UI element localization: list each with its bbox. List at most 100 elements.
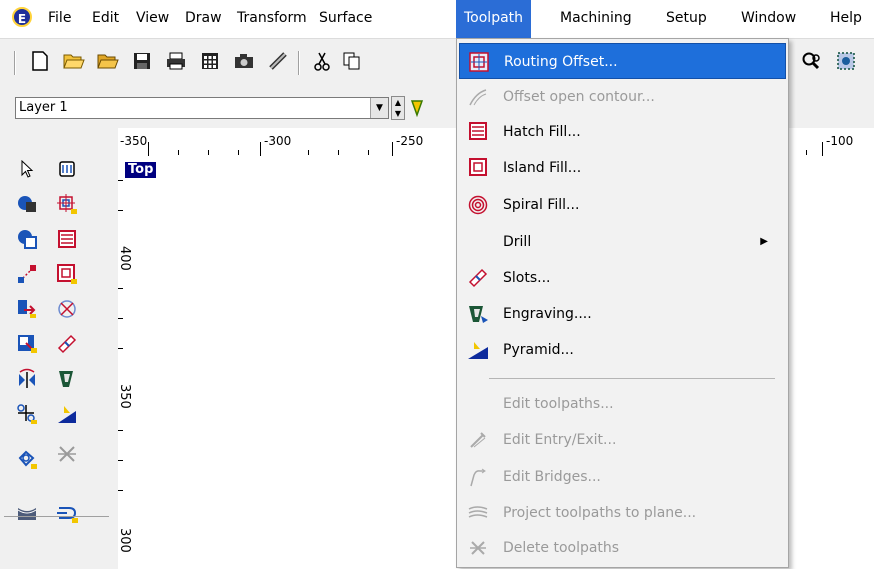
engraving-tool-icon[interactable] [54,366,80,392]
delete-toolpaths-icon [467,538,489,558]
palette-separator [4,516,109,517]
ruler-icon[interactable] [266,49,290,73]
menu-item-edit-toolpaths[interactable]: Edit toolpaths... [459,386,786,422]
edit-entry-exit-icon [467,430,489,450]
ruler-tick [368,150,369,155]
ruler-tick [822,142,823,156]
menu-item-drill[interactable]: Drill ▶ [459,224,786,260]
toolbar-separator [298,51,300,75]
slots-icon [467,268,489,288]
menu-file[interactable]: File [40,0,79,38]
submenu-arrow-icon: ▶ [760,236,768,247]
copy-icon[interactable] [340,49,364,73]
surface-toolpath-icon[interactable] [14,500,40,526]
menu-item-label: Island Fill... [503,160,582,176]
routing-offset-icon [468,52,490,72]
routing-offset-tool-icon[interactable] [54,191,80,217]
menu-draw[interactable]: Draw [177,0,230,38]
ruler-label: 350 [117,384,132,409]
ruler-tick [148,142,149,156]
project-toolpaths-icon [467,503,489,523]
menu-help[interactable]: Help [822,0,870,38]
mirror-rotate-icon[interactable] [14,366,40,392]
scale-object-icon[interactable] [14,331,40,357]
spiral-fill-icon [467,195,489,215]
save-icon[interactable] [130,49,154,73]
ruler-label: 300 [117,528,132,553]
cut-icon[interactable] [310,49,334,73]
menu-item-island-fill[interactable]: Island Fill... [459,150,786,186]
spin-up-icon[interactable]: ▲ [392,97,404,108]
menu-item-label: Delete toolpaths [503,540,620,556]
menu-item-delete-toolpaths[interactable]: Delete toolpaths [459,530,786,566]
print-icon[interactable] [164,49,188,73]
machine-setup-icon[interactable] [54,156,80,182]
edit-bridges-icon [467,467,489,487]
menu-setup[interactable]: Setup [658,0,715,38]
open-file-icon[interactable] [62,49,86,73]
pyramid-tool-icon[interactable] [54,401,80,427]
menu-item-pyramid[interactable]: Pyramid... [459,332,786,368]
menu-item-label: Routing Offset... [504,54,618,70]
menu-toolpath[interactable]: Toolpath [456,0,532,38]
ruler-tick [178,150,179,155]
delete-toolpath-tool-icon[interactable] [54,441,80,467]
menu-item-routing-offset[interactable]: Routing Offset... [459,43,786,79]
ruler-tick [118,490,123,491]
spin-down-icon[interactable]: ▼ [392,108,404,119]
menu-window[interactable]: Window [733,0,804,38]
pyramid-icon [467,340,489,360]
menu-item-spiral-fill[interactable]: Spiral Fill... [459,187,786,223]
layer-select[interactable]: Layer 1 ▼ [15,97,389,119]
join-nodes-icon[interactable] [14,261,40,287]
calculator-icon[interactable] [198,49,222,73]
camera-icon[interactable] [232,49,256,73]
app-logo-icon[interactable]: E [12,7,32,27]
new-file-icon[interactable] [28,49,52,73]
menu-item-engraving[interactable]: Engraving.... [459,296,786,332]
menu-edit[interactable]: Edit [84,0,127,38]
menu-surface[interactable]: Surface [311,0,380,38]
menu-item-edit-bridges[interactable]: Edit Bridges... [459,459,786,495]
open-folder-icon[interactable] [96,49,120,73]
menu-machining[interactable]: Machining [552,0,640,38]
ruler-tick [118,348,123,349]
hatch-fill-tool-icon[interactable] [54,226,80,252]
ruler-tick [118,210,123,211]
menu-view[interactable]: View [128,0,177,38]
toolbar-grip [14,51,16,75]
zoom-icon[interactable] [800,49,824,73]
chevron-down-icon[interactable]: ▼ [370,98,388,118]
vertical-ruler: 400 350 300 [110,158,132,569]
menu-item-hatch-fill[interactable]: Hatch Fill... [459,114,786,150]
select-region-icon[interactable] [834,49,858,73]
menu-transform[interactable]: Transform [229,0,315,38]
select-arrow-icon[interactable] [14,156,40,182]
menu-item-label: Edit toolpaths... [503,396,614,412]
toolpath-simulate-icon[interactable] [54,500,80,526]
menu-item-slots[interactable]: Slots... [459,260,786,296]
slots-tool-icon[interactable] [54,331,80,357]
layer-spinner[interactable]: ▲ ▼ [391,96,405,120]
array-copy-icon[interactable] [14,401,40,427]
menu-item-edit-entry-exit[interactable]: Edit Entry/Exit... [459,422,786,458]
island-fill-icon [467,158,489,178]
ruler-tick [392,142,393,156]
open-contour-icon [467,87,489,107]
ruler-tick [118,180,123,181]
island-fill-tool-icon[interactable] [54,261,80,287]
move-object-icon[interactable] [14,296,40,322]
menu-item-offset-open-contour[interactable]: Offset open contour... [459,79,786,115]
drill-tool-icon[interactable] [54,296,80,322]
boolean-union-icon[interactable] [14,226,40,252]
offset-shape-icon[interactable] [14,446,40,472]
menu-item-label: Project toolpaths to plane... [503,505,697,521]
view-label: Top [125,162,157,178]
layer-properties-icon[interactable] [410,99,428,118]
ruler-label: 400 [117,246,132,271]
menu-item-label: Slots... [503,270,551,286]
node-edit-icon[interactable] [14,191,40,217]
ruler-tick [118,318,123,319]
menu-item-project-toolpaths[interactable]: Project toolpaths to plane... [459,495,786,531]
hatch-fill-icon [467,122,489,142]
